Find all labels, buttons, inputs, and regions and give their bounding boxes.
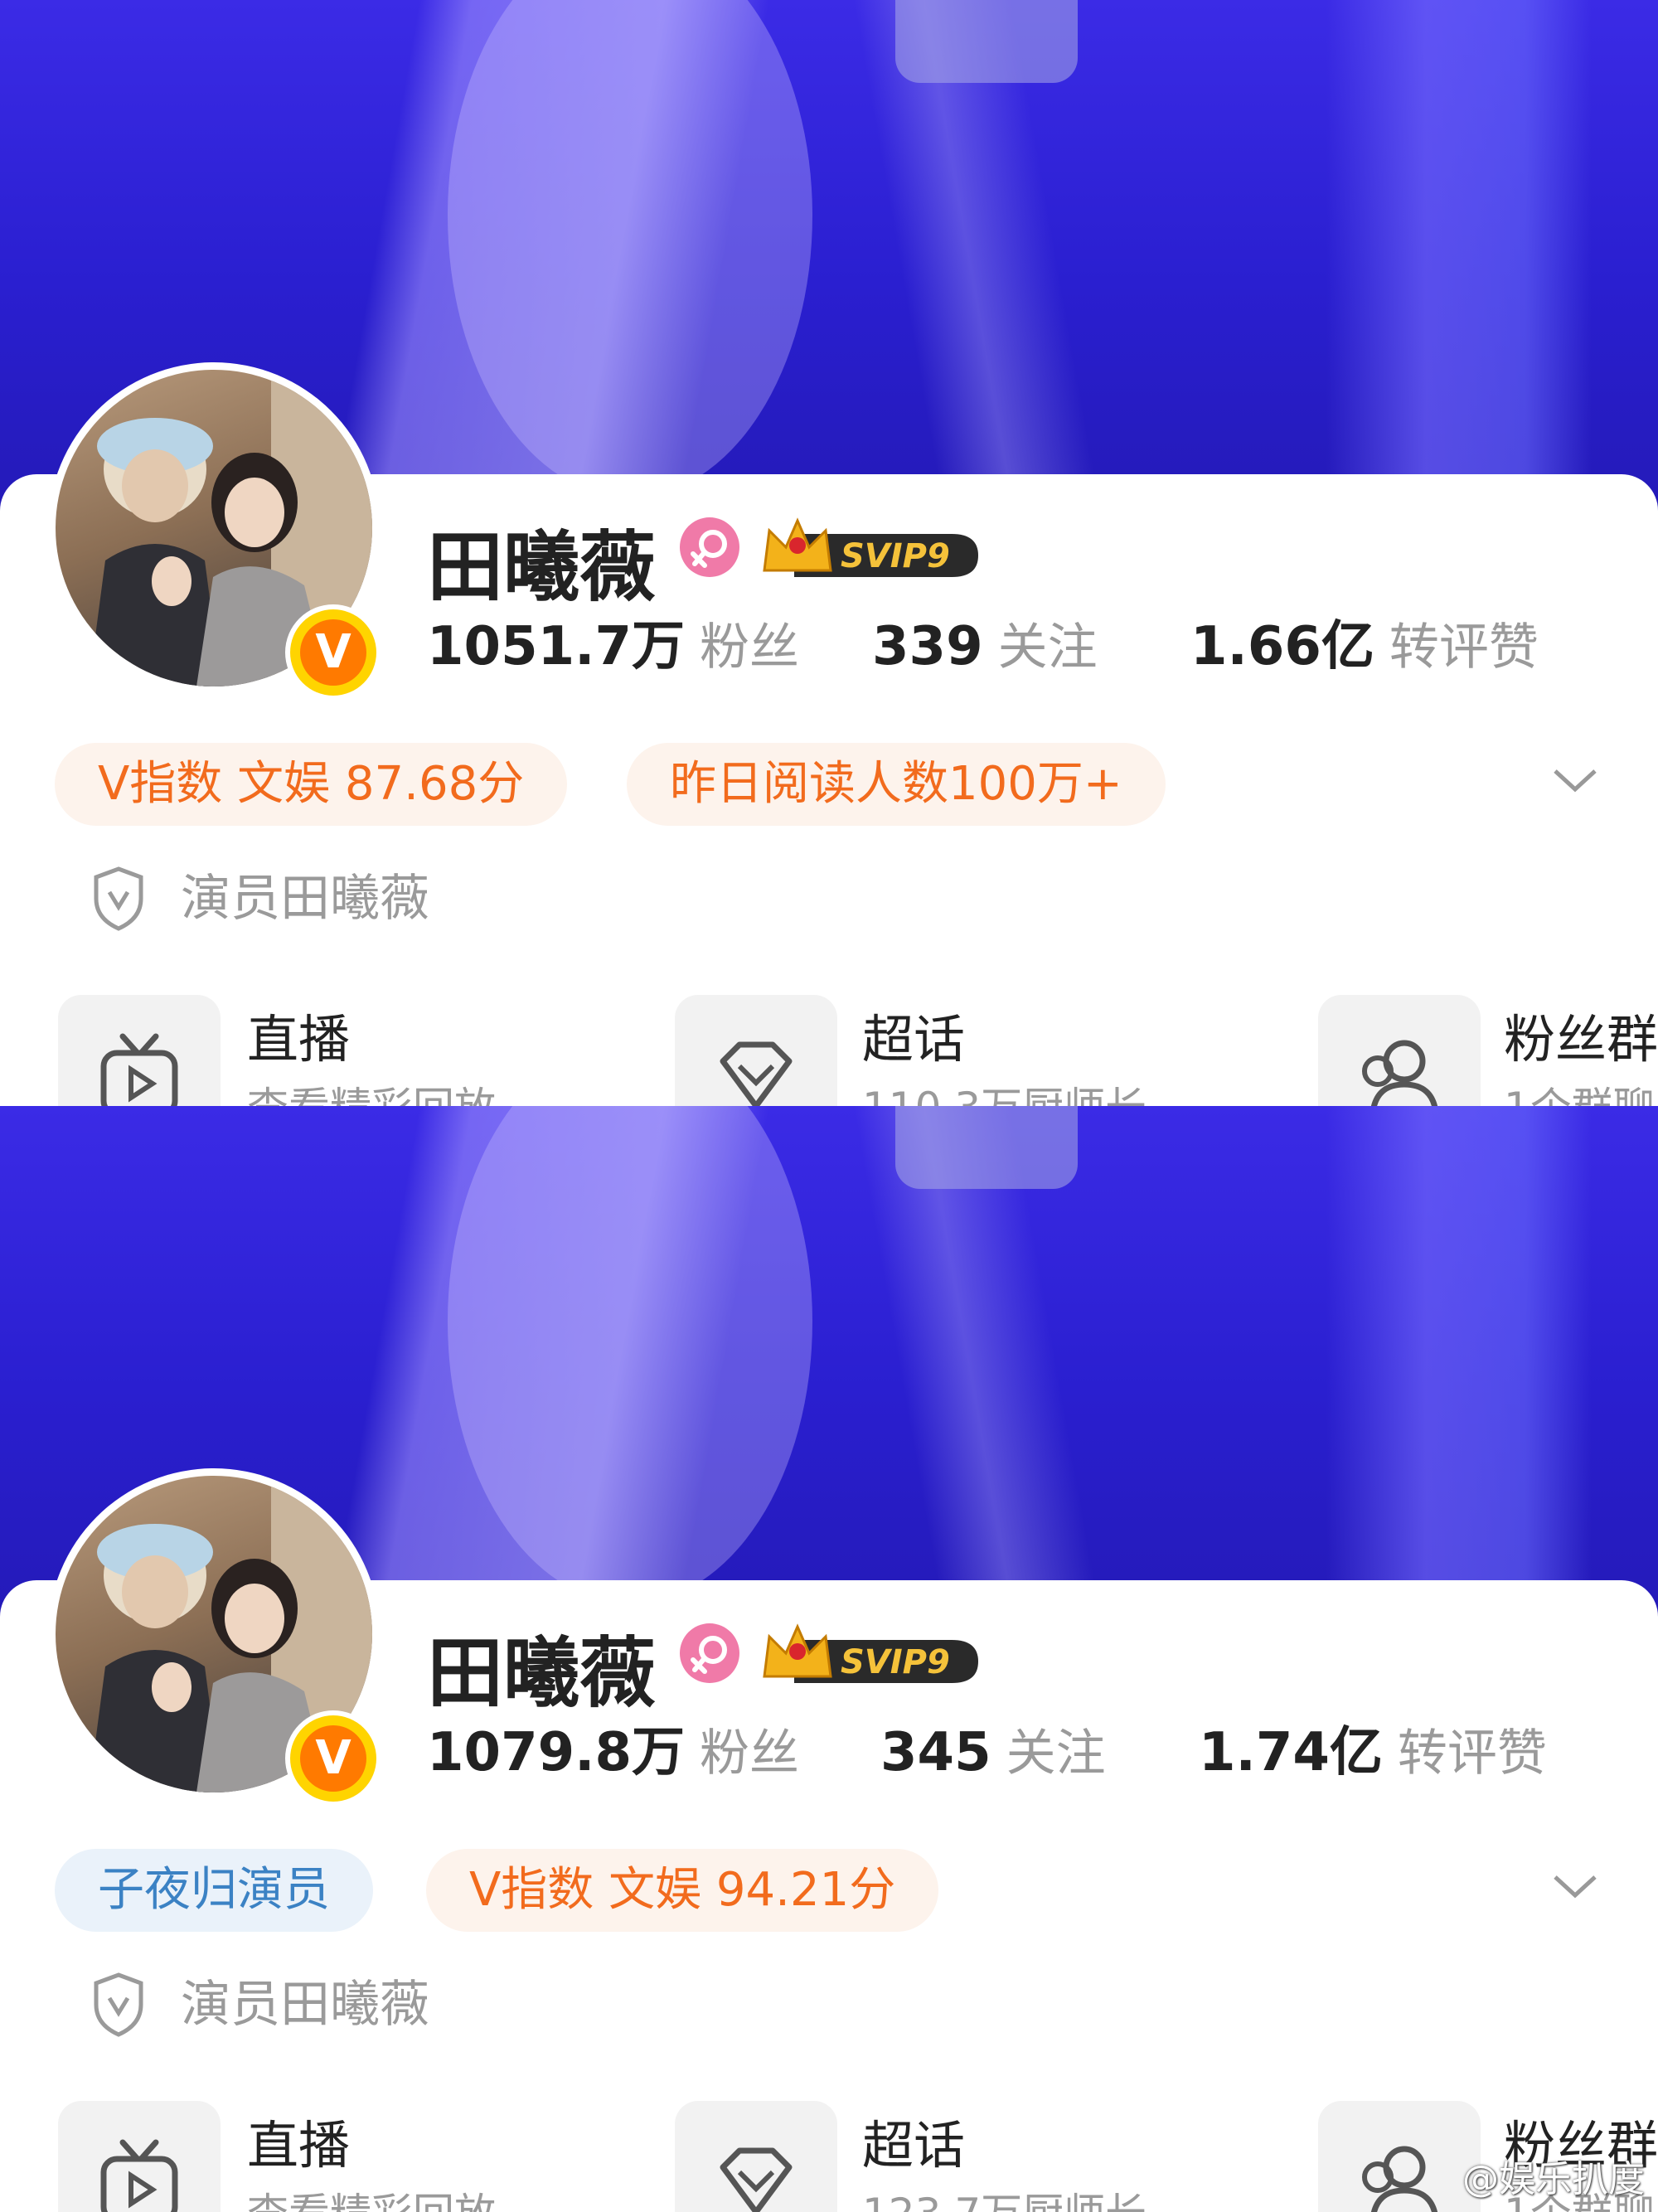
following-label: 关注 [997, 618, 1098, 677]
female-gender-icon [680, 517, 739, 577]
profile-name: 田曦薇 [427, 1629, 657, 1718]
svip-badge[interactable]: SVIP9 [761, 512, 985, 582]
cover-figure-skirt [895, 0, 1078, 83]
profile-screenshot-2: V 田曦薇 SVIP9 1079.8万 粉丝 345 关注 1.74亿 转评赞 子夜归… [0, 1106, 1658, 2212]
group-icon [1362, 1040, 1438, 1106]
fans-count: 1051.7万 [427, 616, 685, 677]
shield-icon [94, 1972, 143, 2037]
live-service-subtitle: 查看精彩回放 [247, 2189, 496, 2212]
live-service-title[interactable]: 直播 [247, 2113, 350, 2179]
svip-label: SVIP9 [841, 1643, 950, 1681]
watermark: @娱乐扒度 [1462, 2158, 1645, 2200]
group-icon [1362, 2146, 1438, 2212]
interactions-count: 1.74亿 [1199, 1722, 1383, 1783]
v-index-chip[interactable]: V指数 文娱 94.21分 [426, 1849, 939, 1932]
fans-stat[interactable]: 1079.8万 粉丝 [427, 1720, 799, 1786]
chevron-down-icon[interactable] [1550, 756, 1600, 806]
supertopic-service-subtitle: 123.7万厨师长 [862, 2189, 1147, 2212]
certification-text: 演员田曦薇 [181, 1976, 429, 2034]
verified-badge-icon: V [290, 1715, 376, 1802]
live-service-subtitle: 查看精彩回放 [247, 1083, 496, 1106]
supertopic-service-title[interactable]: 超话 [862, 2113, 965, 2179]
following-label: 关注 [1006, 1724, 1106, 1783]
live-service-title[interactable]: 直播 [247, 1007, 350, 1073]
daily-readers-chip[interactable]: 昨日阅读人数100万+ [627, 743, 1166, 826]
interactions-count: 1.66亿 [1190, 616, 1374, 677]
tv-play-icon [100, 1033, 178, 1106]
chevron-down-icon[interactable] [1550, 1862, 1600, 1912]
following-stat[interactable]: 339 关注 [872, 614, 1098, 680]
live-service-icon-box[interactable] [58, 995, 221, 1106]
svip-badge[interactable]: SVIP9 [761, 1618, 985, 1688]
verified-badge-icon: V [290, 609, 376, 696]
following-count: 339 [872, 616, 983, 677]
live-service-icon-box[interactable] [58, 2101, 221, 2212]
profile-name: 田曦薇 [427, 523, 657, 612]
diamond-icon [720, 1041, 793, 1106]
fans-count: 1079.8万 [427, 1722, 685, 1783]
certification-row: 演员田曦薇 [90, 1970, 429, 2040]
cover-figure [448, 1106, 812, 1603]
certification-text: 演员田曦薇 [181, 870, 429, 928]
supertopic-service-subtitle: 110.3万厨师长 [862, 1083, 1147, 1106]
supertopic-service-icon-box[interactable] [675, 2101, 837, 2212]
fan-group-service-subtitle: 1个群聊 [1504, 1083, 1655, 1106]
interactions-stat[interactable]: 1.74亿 转评赞 [1199, 1720, 1547, 1786]
interactions-label: 转评赞 [1397, 1724, 1547, 1783]
tv-play-icon [100, 2139, 178, 2212]
fan-group-service-icon-box[interactable] [1318, 2101, 1481, 2212]
supertopic-service-title[interactable]: 超话 [862, 1007, 965, 1073]
following-count: 345 [880, 1722, 991, 1783]
following-stat[interactable]: 345 关注 [880, 1720, 1106, 1786]
svip-label: SVIP9 [841, 537, 950, 575]
fans-label: 粉丝 [699, 618, 799, 677]
fans-stat[interactable]: 1051.7万 粉丝 [427, 614, 799, 680]
diamond-icon [720, 2147, 793, 2212]
v-index-chip[interactable]: V指数 文娱 87.68分 [55, 743, 568, 826]
interactions-label: 转评赞 [1389, 618, 1539, 677]
fans-label: 粉丝 [699, 1724, 799, 1783]
cover-figure-skirt [895, 1106, 1078, 1189]
certification-row: 演员田曦薇 [90, 864, 429, 934]
supertopic-service-icon-box[interactable] [675, 995, 837, 1106]
interactions-stat[interactable]: 1.66亿 转评赞 [1190, 614, 1539, 680]
cover-figure [448, 0, 812, 497]
profile-screenshot-1: V 田曦薇 SVIP9 1051.7万 粉丝 339 关注 1.66亿 转评赞 V指数… [0, 0, 1658, 1106]
fan-group-service-icon-box[interactable] [1318, 995, 1481, 1106]
female-gender-icon [680, 1623, 739, 1683]
role-chip[interactable]: 子夜归演员 [55, 1849, 373, 1932]
shield-icon [94, 866, 143, 931]
fan-group-service-title[interactable]: 粉丝群 [1504, 1007, 1658, 1073]
